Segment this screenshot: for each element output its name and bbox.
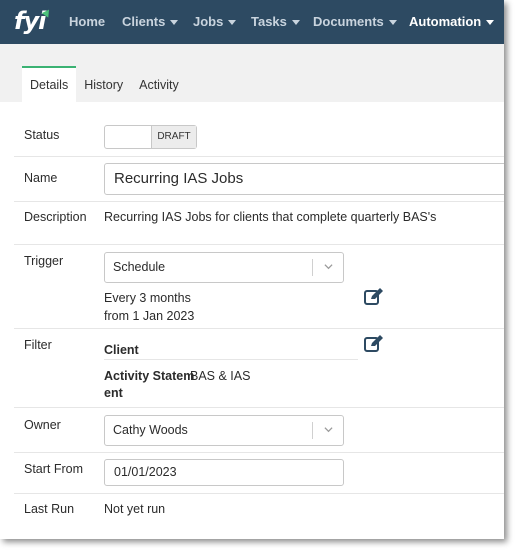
trigger-select-value: Schedule — [113, 260, 166, 274]
divider — [14, 244, 504, 245]
divider — [14, 201, 504, 202]
owner-select[interactable]: Cathy Woods — [104, 415, 344, 446]
edit-icon[interactable] — [364, 288, 384, 306]
select-separator — [312, 259, 313, 276]
trigger-label: Trigger — [24, 254, 64, 268]
trigger-select[interactable]: Schedule — [104, 252, 344, 283]
nav-item-label: Tasks — [251, 14, 287, 29]
nav-item-home[interactable]: Home — [69, 14, 105, 29]
divider — [14, 452, 504, 453]
status-toggle-text: DRAFT — [151, 126, 196, 148]
tab-history[interactable]: History — [76, 66, 131, 102]
name-label: Name — [24, 171, 58, 185]
nav-item-label: Home — [69, 14, 106, 29]
last-run-value: Not yet run — [104, 502, 166, 516]
nav-item-label: Jobs — [193, 14, 224, 29]
nav-item-label: Automation — [409, 14, 482, 29]
caret-down-icon — [170, 19, 179, 25]
tabs-bar: Details History Activity — [0, 44, 504, 102]
caret-down-icon — [291, 19, 300, 25]
filter-activity-label-line2: ent — [104, 386, 123, 400]
top-navigation-bar: fyi Home Clients Jobs Tasks Documents Au… — [0, 0, 504, 44]
caret-down-icon — [388, 19, 397, 25]
nav-item-jobs[interactable]: Jobs — [193, 14, 237, 29]
tab-details[interactable]: Details — [22, 66, 77, 102]
tab-activity[interactable]: Activity — [131, 66, 187, 102]
name-input[interactable]: Recurring IAS Jobs — [104, 163, 504, 195]
divider — [14, 156, 504, 157]
nav-item-label: Clients — [122, 14, 166, 29]
nav-item-tasks[interactable]: Tasks — [251, 14, 300, 29]
owner-select-value: Cathy Woods — [113, 423, 188, 437]
select-separator — [312, 422, 313, 439]
status-label: Status — [24, 128, 60, 142]
status-toggle[interactable]: DRAFT — [104, 125, 197, 149]
trigger-summary-line1: Every 3 months — [104, 291, 191, 305]
fyi-logo[interactable]: fyi — [14, 6, 54, 38]
start-from-label: Start From — [24, 462, 84, 476]
window-frame: fyi Home Clients Jobs Tasks Documents Au… — [0, 0, 504, 539]
filter-divider — [104, 359, 358, 360]
last-run-label: Last Run — [24, 502, 75, 516]
chevron-down-icon — [324, 264, 333, 270]
divider — [14, 493, 504, 494]
caret-down-icon — [228, 19, 237, 25]
owner-label: Owner — [24, 418, 61, 432]
divider — [14, 328, 504, 329]
start-from-input[interactable]: 01/01/2023 — [104, 459, 344, 486]
divider — [14, 407, 504, 408]
description-label: Description — [24, 210, 87, 224]
logo-text: fyi — [14, 7, 46, 35]
chevron-down-icon — [324, 427, 333, 433]
nav-item-documents[interactable]: Documents — [313, 14, 397, 29]
filter-client-label: Client — [104, 343, 139, 357]
caret-down-icon — [486, 19, 495, 25]
nav-item-clients[interactable]: Clients — [122, 14, 179, 29]
trigger-summary-line2: from 1 Jan 2023 — [104, 309, 195, 323]
edit-icon[interactable] — [364, 335, 384, 353]
description-value: Recurring IAS Jobs for clients that comp… — [104, 210, 437, 224]
nav-item-label: Documents — [313, 14, 384, 29]
nav-item-automation[interactable]: Automation — [409, 14, 495, 29]
filter-activity-value: BAS & IAS — [190, 369, 251, 383]
filter-label: Filter — [24, 338, 52, 352]
tab-list: Details History Activity — [22, 66, 187, 102]
filter-activity-label-line1: Activity Statem — [104, 369, 195, 383]
